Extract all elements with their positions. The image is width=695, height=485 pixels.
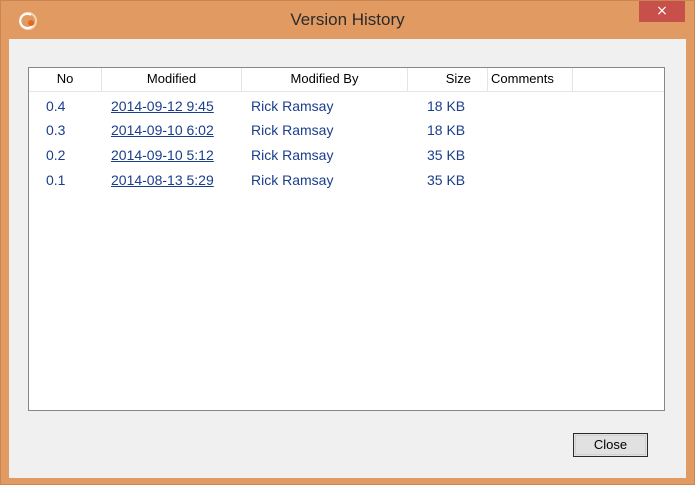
list-header: No Modified Modified By Size Comments (29, 68, 664, 92)
version-history-window: Version History × No Modified Modified B… (0, 0, 695, 485)
cell-size: 18 KB (427, 122, 466, 138)
close-icon[interactable]: × (639, 1, 685, 22)
column-header-no[interactable]: No (29, 68, 102, 91)
cell-modified-by: Rick Ramsay (251, 98, 334, 114)
cell-no: 0.1 (46, 172, 66, 188)
close-button[interactable]: Close (573, 433, 648, 457)
column-header-modified[interactable]: Modified (102, 68, 242, 91)
dialog-body: No Modified Modified By Size Comments 0.… (9, 39, 686, 478)
cell-modified-link[interactable]: 2014-09-12 9:45 (111, 94, 214, 118)
cell-modified-link[interactable]: 2014-08-13 5:29 (111, 168, 214, 192)
table-row[interactable]: 0.4 2014-09-12 9:45 Rick Ramsay 18 KB (29, 94, 664, 118)
column-header-size[interactable]: Size (408, 68, 488, 91)
version-list[interactable]: No Modified Modified By Size Comments 0.… (28, 67, 665, 411)
window-title: Version History (290, 10, 405, 29)
cell-modified-by: Rick Ramsay (251, 172, 334, 188)
cell-modified-link[interactable]: 2014-09-10 5:12 (111, 143, 214, 167)
cell-modified-by: Rick Ramsay (251, 122, 334, 138)
column-header-comments[interactable]: Comments (488, 68, 573, 91)
close-button-label: Close (593, 437, 628, 452)
cell-size: 18 KB (427, 98, 466, 114)
table-row[interactable]: 0.1 2014-08-13 5:29 Rick Ramsay 35 KB (29, 168, 664, 192)
cell-size: 35 KB (427, 147, 466, 163)
cell-no: 0.4 (46, 98, 66, 114)
cell-modified-by: Rick Ramsay (251, 147, 334, 163)
cell-no: 0.3 (46, 122, 66, 138)
title-bar[interactable]: Version History × (1, 1, 694, 39)
cell-modified-link[interactable]: 2014-09-10 6:02 (111, 118, 214, 142)
table-row[interactable]: 0.2 2014-09-10 5:12 Rick Ramsay 35 KB (29, 143, 664, 167)
column-header-modified-by[interactable]: Modified By (242, 68, 408, 91)
cell-no: 0.2 (46, 147, 66, 163)
table-row[interactable]: 0.3 2014-09-10 6:02 Rick Ramsay 18 KB (29, 118, 664, 142)
cell-size: 35 KB (427, 172, 466, 188)
